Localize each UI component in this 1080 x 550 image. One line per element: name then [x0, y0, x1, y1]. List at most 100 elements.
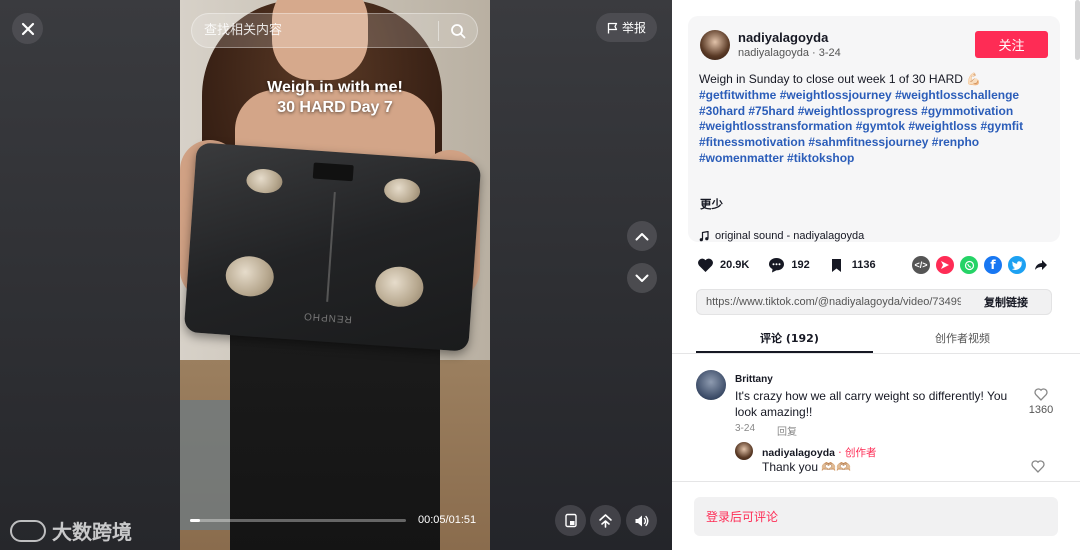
sound-link[interactable]: original sound - nadiyalagoyda: [699, 230, 864, 242]
hashtag-link[interactable]: #weightlosschallenge: [895, 88, 1019, 102]
chevron-down-icon: [635, 274, 649, 282]
hashtag-list: #getfitwithme #weightlossjourney #weight…: [699, 88, 1023, 165]
reply-author[interactable]: nadiyalagoyda · 创作者: [762, 445, 876, 460]
reply-button[interactable]: 回复: [777, 423, 797, 438]
video-blur-background-left: [0, 0, 180, 550]
volume-icon: [635, 515, 649, 526]
report-button[interactable]: 举报: [596, 13, 657, 42]
whatsapp-icon[interactable]: [960, 256, 978, 274]
watermark-mark: [10, 519, 46, 542]
floating-player-icon: [564, 513, 577, 528]
bathroom-scale: RENPHO: [183, 142, 482, 352]
share-row: </> f: [912, 256, 1050, 274]
chevron-up-icon: [635, 232, 649, 240]
hashtag-link[interactable]: #tiktokshop: [787, 151, 854, 165]
hashtag-link[interactable]: #gymtok: [856, 119, 905, 133]
send-to-friends-icon[interactable]: [936, 256, 954, 274]
hashtag-link[interactable]: #womenmatter: [699, 151, 784, 165]
comment-meta: 3-24 回复: [735, 423, 797, 438]
tab-comments[interactable]: 评论 (192): [760, 330, 819, 346]
follow-button[interactable]: 关注: [975, 31, 1048, 58]
login-to-comment-button[interactable]: 登录后可评论: [694, 497, 1058, 536]
details-panel: nadiyalagoyda nadiyalagoyda · 3-24 关注 We…: [672, 0, 1080, 550]
volume-button[interactable]: [626, 505, 657, 536]
video-time: 00:05/01:51: [418, 514, 477, 526]
auto-scroll-button[interactable]: [590, 505, 621, 536]
previous-video-button[interactable]: [627, 221, 657, 251]
hashtag-link[interactable]: #sahmfitnessjourney: [808, 135, 928, 149]
tab-creator-videos[interactable]: 创作者视频: [935, 330, 990, 346]
search-icon: [451, 23, 466, 38]
comment-date: 3-24: [735, 423, 756, 434]
post-text: Weigh in Sunday to close out week 1 of 3…: [699, 72, 982, 86]
hashtag-link[interactable]: #gymfit: [980, 119, 1023, 133]
video-link-box: https://www.tiktok.com/@nadiyalagoyda/vi…: [696, 289, 1052, 315]
commenter-avatar[interactable]: [696, 370, 726, 400]
video-caption-line: Weigh in with me!: [267, 79, 403, 96]
search-button[interactable]: [439, 13, 477, 48]
video-progress-fill: [190, 519, 200, 522]
post-info-card: nadiyalagoyda nadiyalagoyda · 3-24 关注 We…: [688, 16, 1060, 242]
hashtag-link[interactable]: #weightlossprogress: [798, 104, 918, 118]
comment-text: It's crazy how we all carry weight so di…: [735, 389, 1008, 419]
heart-outline-icon: [1031, 460, 1045, 473]
heart-outline-icon: [1034, 388, 1048, 401]
reply-author-name: nadiyalagoyda: [762, 447, 835, 459]
hashtag-link[interactable]: #renpho: [932, 135, 979, 149]
heart-icon: [696, 256, 714, 274]
auto-scroll-icon: [599, 514, 612, 528]
save-button[interactable]: 1136: [828, 256, 876, 274]
facebook-icon[interactable]: f: [984, 256, 1002, 274]
scale-line: [326, 191, 336, 302]
sound-name: original sound - nadiyalagoyda: [715, 230, 865, 242]
hashtag-link[interactable]: #weightlossjourney: [780, 88, 892, 102]
comment-button[interactable]: 192: [767, 256, 810, 274]
engagement-stats: 20.9K 192 1136: [696, 256, 894, 274]
panel-scrollbar[interactable]: [1075, 0, 1080, 60]
close-icon: [21, 22, 34, 35]
search-bar: [191, 13, 478, 48]
scale-pad: [383, 177, 421, 204]
watermark-logo: 大数跨境: [10, 516, 132, 545]
hashtag-link[interactable]: #getfitwithme: [699, 88, 776, 102]
hashtag-link[interactable]: #fitnessmotivation: [699, 135, 805, 149]
post-description: Weigh in Sunday to close out week 1 of 3…: [699, 72, 1051, 167]
hashtag-link[interactable]: #75hard: [748, 104, 794, 118]
comment-icon: [767, 256, 785, 274]
scale-pad: [224, 254, 276, 298]
video-pane: RENPHO Weigh in with me! 30 HARD Day 7 举…: [0, 0, 672, 550]
hashtag-link[interactable]: #30hard: [699, 104, 745, 118]
embed-icon[interactable]: </>: [912, 256, 930, 274]
comment-count: 192: [791, 259, 810, 271]
comment-like[interactable]: 1360: [1026, 388, 1056, 416]
hashtag-link[interactable]: #weightloss: [908, 119, 977, 133]
video-link[interactable]: https://www.tiktok.com/@nadiyalagoyda/vi…: [697, 296, 961, 308]
author-avatar[interactable]: [700, 30, 730, 60]
save-count: 1136: [851, 259, 876, 271]
copy-link-button[interactable]: 复制链接: [961, 294, 1051, 310]
picture-in-picture-button[interactable]: [555, 505, 586, 536]
reply-like[interactable]: [1031, 460, 1045, 478]
close-button[interactable]: [12, 13, 43, 44]
hashtag-link[interactable]: #weightlosstransformation: [699, 119, 852, 133]
report-label: 举报: [621, 21, 646, 35]
comment-tabs: 评论 (192) 创作者视频: [672, 326, 1080, 354]
hashtag-link[interactable]: #gymmotivation: [921, 104, 1013, 118]
share-more-arrow-icon[interactable]: [1032, 256, 1050, 274]
next-video-button[interactable]: [627, 263, 657, 293]
like-count: 20.9K: [720, 259, 750, 271]
scale-pad: [374, 265, 425, 309]
reply-author-avatar[interactable]: [735, 442, 753, 460]
video-caption-line: 30 HARD Day 7: [277, 99, 393, 116]
video-progress-bar[interactable]: [190, 519, 406, 522]
author-name[interactable]: nadiyalagoyda: [738, 30, 828, 45]
tiktok-video-page: RENPHO Weigh in with me! 30 HARD Day 7 举…: [0, 0, 1080, 550]
flag-icon: [607, 22, 618, 33]
less-button[interactable]: 更少: [700, 196, 723, 212]
commenter-name[interactable]: Brittany: [735, 374, 773, 385]
twitter-icon[interactable]: [1008, 256, 1026, 274]
watermark-text: 大数跨境: [52, 520, 132, 544]
search-input[interactable]: [192, 23, 438, 38]
like-button[interactable]: 20.9K: [696, 256, 749, 274]
music-note-icon: [699, 230, 709, 241]
